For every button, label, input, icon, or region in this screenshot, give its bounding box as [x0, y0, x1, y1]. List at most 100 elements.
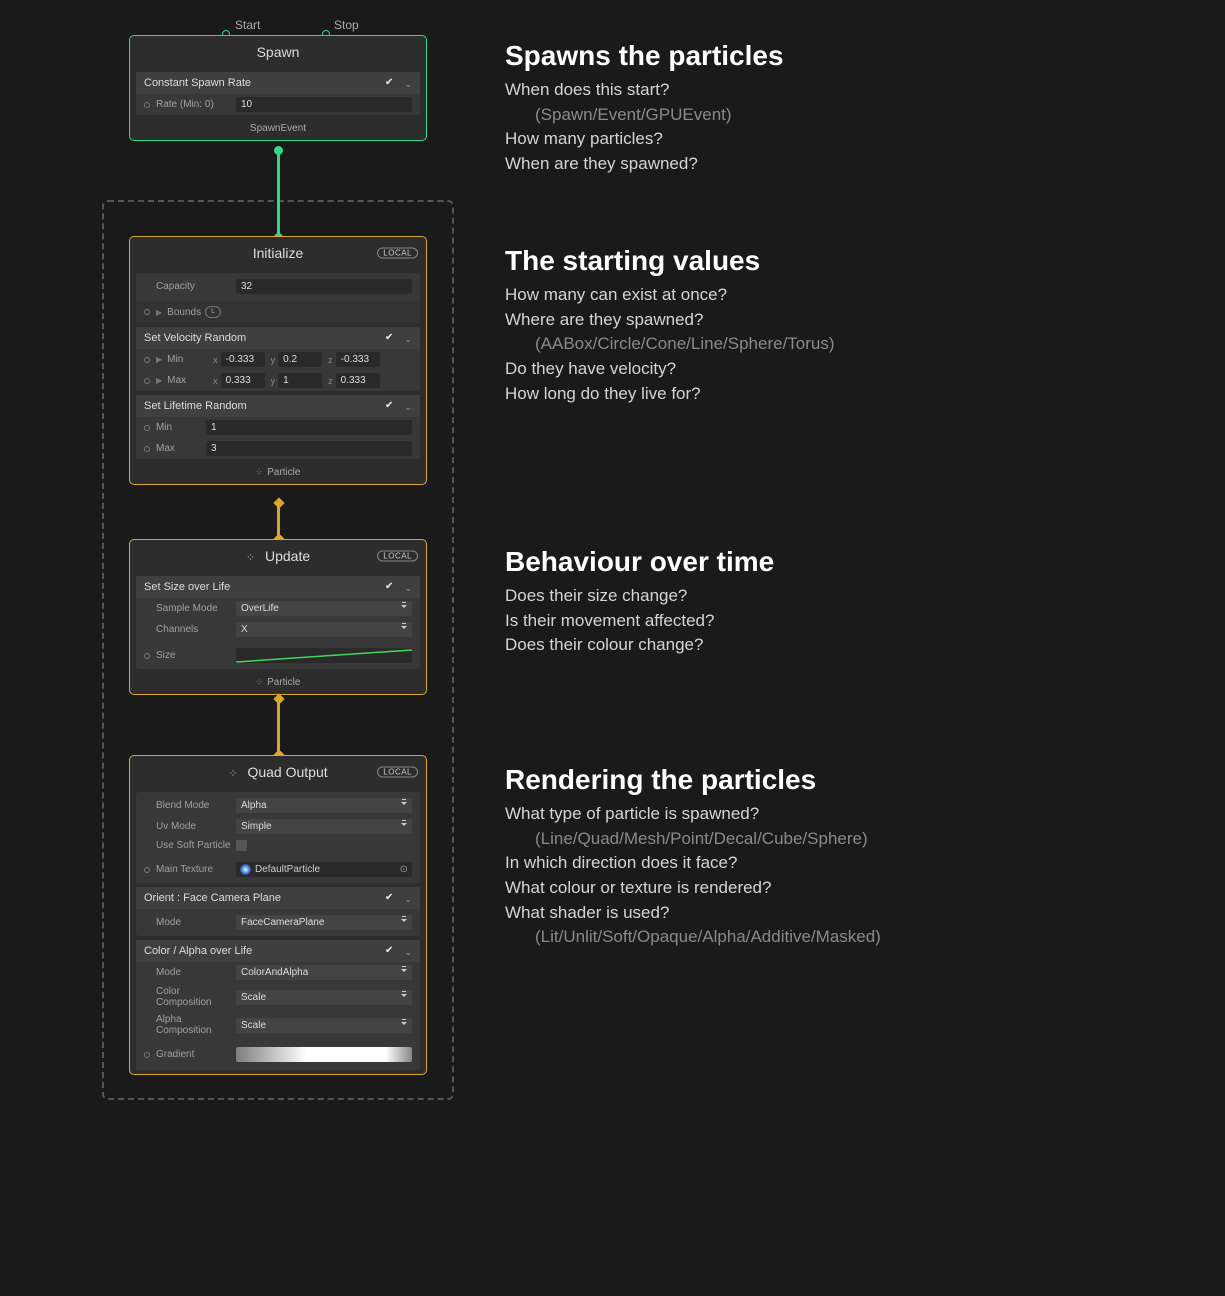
min-y-field[interactable]: 0.2	[278, 352, 322, 367]
annotation-heading: Behaviour over time	[505, 546, 1145, 578]
color-alpha-block[interactable]: Color / Alpha over Life ✔ ⌄ Mode ColorAn…	[136, 940, 420, 1070]
spawn-node[interactable]: Spawn Constant Spawn Rate ✔ ⌄ Rate (Min:…	[129, 35, 427, 141]
size-curve[interactable]	[236, 648, 412, 663]
spawn-title: Spawn	[130, 36, 426, 68]
block-enabled-checkbox[interactable]: ✔	[385, 893, 396, 904]
annotation-update: Behaviour over time Does their size chan…	[505, 546, 1145, 658]
max-z-field[interactable]: 0.333	[336, 373, 380, 388]
annotation-line: How many particles?	[505, 127, 1145, 152]
min-z-field[interactable]: -0.333	[336, 352, 380, 367]
annotation-subline: (Line/Quad/Mesh/Point/Decal/Cube/Sphere)	[505, 827, 1145, 852]
bounds-pill[interactable]: L	[205, 306, 221, 318]
uv-mode-dropdown[interactable]: Simple	[236, 819, 412, 834]
annotation-spawn: Spawns the particles When does this star…	[505, 40, 1145, 177]
sample-mode-dropdown[interactable]: OverLife	[236, 601, 412, 616]
annotation-line: What type of particle is spawned?	[505, 802, 1145, 827]
life-max-field[interactable]: 3	[206, 441, 412, 456]
alpha-comp-dropdown[interactable]: Scale	[236, 1018, 412, 1033]
annotation-line: Does their colour change?	[505, 633, 1145, 658]
capacity-field[interactable]: 32	[236, 279, 412, 294]
main-texture-slot[interactable]: DefaultParticle ⊙	[236, 862, 412, 877]
chevron-down-icon[interactable]: ⌄	[404, 79, 412, 90]
block-enabled-checkbox[interactable]: ✔	[385, 401, 396, 412]
expand-icon[interactable]: ▶	[156, 308, 162, 317]
block-label: Set Velocity Random	[144, 332, 246, 344]
min-port[interactable]	[144, 357, 150, 363]
max-x-field[interactable]: 0.333	[221, 373, 265, 388]
color-comp-label: Color Composition	[156, 986, 236, 1008]
gradient-preview[interactable]	[236, 1047, 412, 1062]
color-comp-dropdown[interactable]: Scale	[236, 990, 412, 1005]
mode-label: Mode	[156, 917, 236, 928]
chevron-down-icon[interactable]: ⌄	[404, 947, 412, 958]
orient-block[interactable]: Orient : Face Camera Plane ✔ ⌄ Mode Face…	[136, 887, 420, 936]
annotation-line: In which direction does it face?	[505, 851, 1145, 876]
initialize-footer: Particle	[267, 467, 300, 478]
block-enabled-checkbox[interactable]: ✔	[385, 333, 396, 344]
annotation-subline: (Spawn/Event/GPUEvent)	[505, 103, 1145, 128]
block-enabled-checkbox[interactable]: ✔	[385, 78, 396, 89]
bounds-port[interactable]	[144, 309, 150, 315]
quad-output-node[interactable]: ⁘ Quad Output LOCAL Blend Mode Alpha Uv …	[129, 755, 427, 1075]
annotation-line: When does this start?	[505, 78, 1145, 103]
rate-port[interactable]	[144, 102, 150, 108]
local-badge: LOCAL	[377, 248, 418, 259]
block-label: Color / Alpha over Life	[144, 945, 252, 957]
alpha-comp-label: Alpha Composition	[156, 1014, 236, 1036]
rate-label: Rate (Min: 0)	[156, 99, 236, 110]
size-port[interactable]	[144, 653, 150, 659]
annotation-line: Where are they spawned?	[505, 308, 1145, 333]
life-min-port[interactable]	[144, 425, 150, 431]
object-picker-icon[interactable]: ⊙	[400, 864, 408, 875]
chevron-down-icon[interactable]: ⌄	[404, 894, 412, 905]
chevron-down-icon[interactable]: ⌄	[404, 402, 412, 413]
annotation-line: How many can exist at once?	[505, 283, 1145, 308]
main-texture-label: Main Texture	[156, 864, 236, 875]
set-velocity-random-block[interactable]: Set Velocity Random ✔ ⌄ ▶ Min x-0.333 y0…	[136, 327, 420, 391]
life-max-port[interactable]	[144, 446, 150, 452]
texture-port[interactable]	[144, 867, 150, 873]
gradient-port[interactable]	[144, 1052, 150, 1058]
set-lifetime-random-block[interactable]: Set Lifetime Random ✔ ⌄ Min 1 Max 3	[136, 395, 420, 459]
min-label: Min	[156, 422, 206, 433]
output-settings-block: Blend Mode Alpha Uv Mode Simple Use Soft…	[136, 792, 420, 883]
z-label: z	[328, 355, 333, 365]
max-port[interactable]	[144, 378, 150, 384]
channels-dropdown[interactable]: X	[236, 622, 412, 637]
block-enabled-checkbox[interactable]: ✔	[385, 582, 396, 593]
expand-icon[interactable]: ▶	[156, 355, 162, 364]
capacity-block: Capacity 32 ▶ Bounds L	[136, 273, 420, 323]
y-label: y	[271, 376, 276, 386]
max-y-field[interactable]: 1	[278, 373, 322, 388]
max-label: Max	[156, 443, 206, 454]
sample-mode-label: Sample Mode	[156, 603, 236, 614]
bounds-label: Bounds	[167, 307, 201, 318]
initialize-node[interactable]: Initialize LOCAL Capacity 32 ▶ Bounds L …	[129, 236, 427, 485]
annotation-line: What shader is used?	[505, 901, 1145, 926]
life-min-field[interactable]: 1	[206, 420, 412, 435]
annotation-line: How long do they live for?	[505, 382, 1145, 407]
block-label: Orient : Face Camera Plane	[144, 892, 281, 904]
color-mode-dropdown[interactable]: ColorAndAlpha	[236, 965, 412, 980]
constant-spawn-rate-block[interactable]: Constant Spawn Rate ✔ ⌄ Rate (Min: 0) 10	[136, 72, 420, 115]
connector-update-output	[277, 698, 280, 756]
min-x-field[interactable]: -0.333	[221, 352, 265, 367]
block-label: Set Lifetime Random	[144, 400, 247, 412]
expand-icon[interactable]: ▶	[156, 376, 162, 385]
size-label: Size	[156, 650, 236, 661]
blend-mode-label: Blend Mode	[156, 800, 236, 811]
annotation-output: Rendering the particles What type of par…	[505, 764, 1145, 950]
set-size-over-life-block[interactable]: Set Size over Life ✔ ⌄ Sample Mode OverL…	[136, 576, 420, 669]
orient-mode-dropdown[interactable]: FaceCameraPlane	[236, 915, 412, 930]
block-enabled-checkbox[interactable]: ✔	[385, 946, 396, 957]
soft-particle-label: Use Soft Particle	[156, 840, 236, 851]
capacity-label: Capacity	[156, 281, 236, 292]
particle-icon: ⁘	[256, 677, 264, 687]
soft-particle-checkbox[interactable]	[236, 840, 247, 851]
chevron-down-icon[interactable]: ⌄	[404, 583, 412, 594]
blend-mode-dropdown[interactable]: Alpha	[236, 798, 412, 813]
update-node[interactable]: ⁘ Update LOCAL Set Size over Life ✔ ⌄ Sa…	[129, 539, 427, 695]
start-port-label: Start	[235, 18, 260, 32]
rate-field[interactable]: 10	[236, 97, 412, 112]
chevron-down-icon[interactable]: ⌄	[404, 334, 412, 345]
